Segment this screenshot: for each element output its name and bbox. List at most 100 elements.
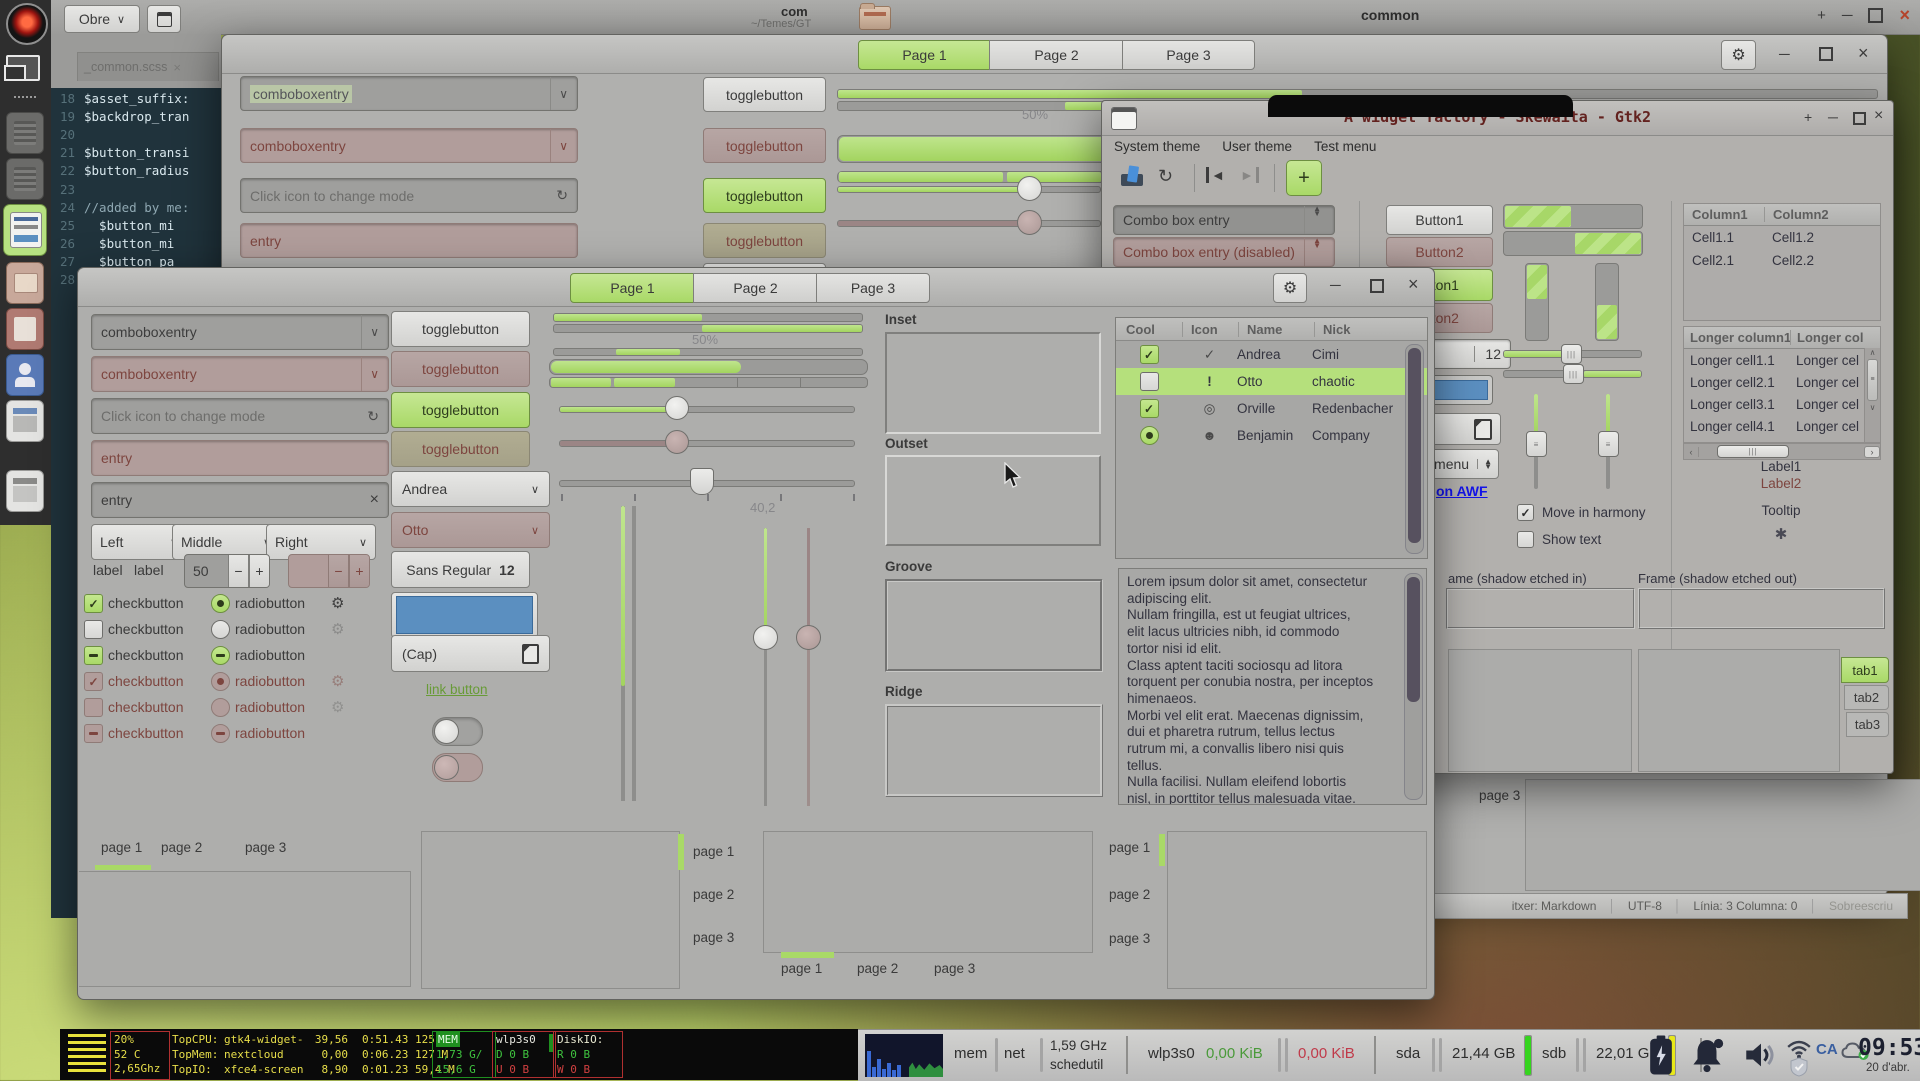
back-minimize-button[interactable]: ─ [1779,47,1790,62]
nb2-tab-page3[interactable]: page 3 [693,930,734,945]
front-maximize-button[interactable] [1370,279,1384,293]
back-tab-page3[interactable]: Page 3 [1122,40,1255,70]
menu-test-menu[interactable]: Test menu [1314,139,1376,154]
nb2-tab-page1[interactable]: page 1 [693,844,734,859]
entry-clearable[interactable]: entry× [91,482,389,518]
checkbox-unchecked-icon[interactable] [84,620,103,639]
back-togglebutton1[interactable]: togglebutton [703,77,826,112]
gtk2-check-harmony[interactable]: ✓Move in harmony [1517,504,1646,521]
shield-icon[interactable] [1790,1057,1808,1077]
gtk2-table2[interactable]: Longer column1Longer col Longer cell1.1L… [1683,326,1881,443]
clock[interactable]: 09:53 [1858,1035,1920,1061]
nb3-tab-page1[interactable]: page 1 [781,961,822,976]
column-header-nick[interactable]: Nick [1315,322,1350,337]
checkbox-mixed-icon[interactable] [84,646,103,665]
minimize-button[interactable]: ─ [1842,8,1853,23]
back-togglebutton3[interactable]: togglebutton [703,178,826,213]
column-header[interactable]: Longer column1 [1684,330,1791,345]
table-row[interactable]: Longer cell1.1Longer cel [1684,349,1880,371]
back-page3-tab[interactable]: page 3 [1479,788,1520,803]
status-overwrite[interactable]: Sobreescriu [1829,899,1893,913]
file-chooser-button[interactable]: (Cap) [391,635,550,672]
font-button[interactable]: Sans Regular12 [391,551,530,588]
dock-item-script2[interactable] [6,158,44,200]
gtk2-shade-button[interactable]: + [1804,110,1812,124]
maximize-button[interactable] [1868,8,1883,23]
tree-row[interactable]: ✓ ◎ Orville Redenbacher [1116,395,1427,422]
nb4-tab-page3[interactable]: page 3 [1109,931,1150,946]
chevron-down-icon[interactable]: ∨ [361,315,379,349]
gtk2-check-showtext[interactable]: Show text [1517,531,1601,548]
status-filetype[interactable]: itxer: Markdown [1512,899,1597,913]
column-header-name[interactable]: Name [1239,322,1315,337]
net-graph[interactable] [909,1034,943,1077]
wifi-icon[interactable] [1786,1039,1812,1059]
gtk2-vscale1-handle[interactable]: ≡ [1526,431,1547,457]
dock-item-contacts[interactable] [6,354,44,396]
gtk2-button1[interactable]: Button1 [1386,205,1493,235]
column-header-cool[interactable]: Cool [1116,322,1183,337]
vslider1-handle[interactable] [753,625,778,650]
refresh-icon[interactable]: ↻ [556,187,568,204]
back-tab-page1[interactable]: Page 1 [858,40,991,70]
radio-selected-icon[interactable] [211,594,230,613]
front-close-button[interactable]: × [1408,275,1419,293]
checkbox-unchecked-icon[interactable] [1517,531,1534,548]
battery-icon[interactable] [1648,1035,1674,1075]
table-row[interactable]: Longer cell4.1Longer cel [1684,415,1880,437]
new-window-button[interactable] [147,5,181,33]
wifi-if-label[interactable]: wlp3s0 [1148,1045,1195,1062]
dock-item-notes[interactable] [6,308,44,350]
refresh-icon[interactable]: ↻ [367,408,379,425]
menu-user-theme[interactable]: User theme [1222,139,1292,154]
cpu-freq-label[interactable]: 1,59 GHz [1050,1036,1107,1055]
keyboard-layout-label[interactable]: CA [1816,1041,1838,1058]
net-plugin-label[interactable]: net [1004,1045,1025,1062]
net-rate-label[interactable]: 0,00 KiB [1298,1045,1355,1062]
treeview[interactable]: Cool Icon Name Nick ✓ ✓ Andrea Cimi ! Ot… [1115,317,1428,559]
close-button[interactable]: × [1899,6,1910,24]
tree-row[interactable]: ✓ ✓ Andrea Cimi [1116,341,1427,368]
column-header-icon[interactable]: Icon [1183,322,1239,337]
tree-row-selected[interactable]: ! Otto chaotic [1116,368,1427,395]
vertical-scrollbar[interactable] [1405,344,1424,554]
vslider1[interactable] [764,528,767,806]
spin-plus-button[interactable]: + [249,555,269,587]
hscale1[interactable] [559,406,855,413]
disk1-label[interactable]: sda [1396,1045,1420,1062]
cpu-graph[interactable] [865,1034,911,1077]
textview[interactable]: Lorem ipsum dolor sit amet, consectetur … [1118,568,1427,805]
dock-handle[interactable] [14,96,36,102]
cpu-governor-label[interactable]: schedutil [1050,1055,1107,1074]
wifi-rate-label[interactable]: 0,00 KiB [1206,1045,1263,1062]
color-button[interactable] [391,592,538,638]
dock-item-window1[interactable] [6,400,44,442]
nb4-tab-page1[interactable]: page 1 [1109,840,1150,855]
gtk2-minimize-button[interactable]: ─ [1828,110,1838,124]
gtk2-hscrollbar[interactable]: ‹ ||| › [1683,443,1881,460]
clear-icon[interactable]: × [370,491,379,509]
dock-item-folder[interactable] [6,262,44,304]
nb1-tab-page2[interactable]: page 2 [161,840,202,855]
nb4-tab-page2[interactable]: page 2 [1109,887,1150,902]
spin-minus-button[interactable]: − [228,555,249,587]
gtk2-tab1[interactable]: tab1 [1841,657,1889,683]
gear-icon[interactable]: ⚙ [331,594,344,612]
status-encoding[interactable]: UTF-8 [1628,899,1662,913]
gtk2-hscale2-handle[interactable]: ||| [1563,364,1584,384]
hscale-marks-handle[interactable] [690,468,714,495]
togglebutton-active[interactable]: togglebutton [391,392,530,428]
chevron-down-icon[interactable]: ∨ [550,77,568,110]
back-menu-button[interactable]: ⚙ [1721,40,1756,70]
nb2-tab-page2[interactable]: page 2 [693,887,734,902]
comboboxentry1[interactable]: comboboxentry∨ [91,314,389,350]
entry-change-mode[interactable]: Click icon to change mode↻ [91,398,389,434]
back-entry-mode[interactable]: Click icon to change mode↻ [240,178,578,213]
column-header[interactable]: Column1 [1684,207,1765,222]
tree-row[interactable]: ☻ Benjamin Company [1116,422,1427,449]
gtk2-tab2[interactable]: tab2 [1844,685,1889,710]
gtk2-combo-entry[interactable]: Combo box entry▲▼ [1113,205,1335,235]
column-header[interactable]: Longer col [1791,330,1863,345]
column-header[interactable]: Column2 [1765,207,1829,222]
shade-button[interactable]: + [1817,8,1826,23]
